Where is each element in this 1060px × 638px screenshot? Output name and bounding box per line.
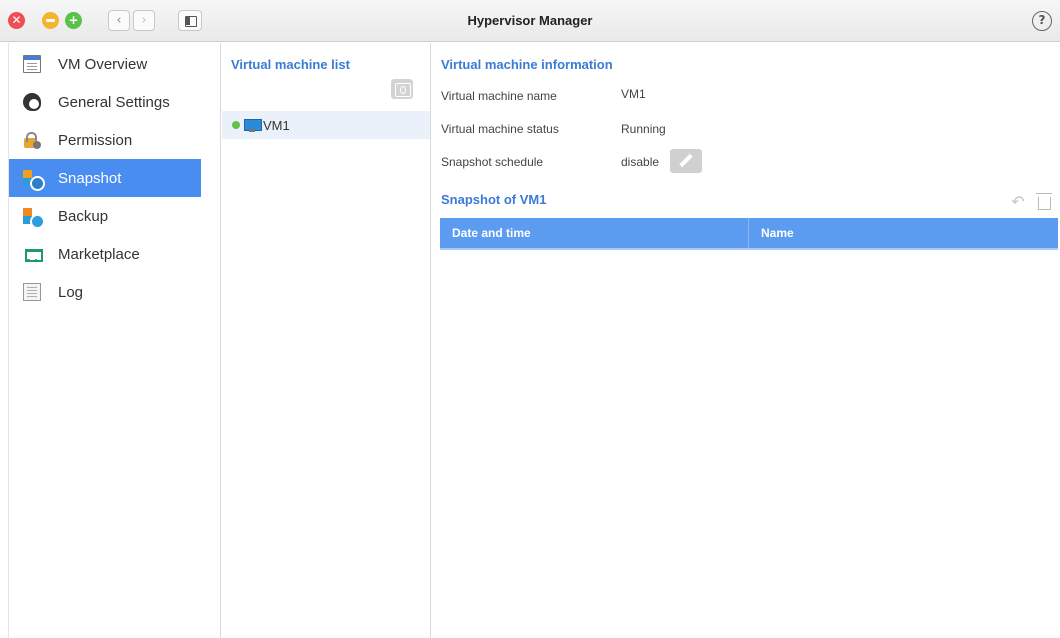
backup-icon [23,207,45,229]
vm-status-label: Virtual machine status [441,122,559,136]
vm-overview-icon [23,55,41,73]
sidebar-item-general-settings[interactable]: General Settings [9,83,201,121]
sidebar-item-label: General Settings [58,93,170,111]
column-header-date-and-time[interactable]: Date and time [440,218,749,248]
sidebar-item-label: Backup [58,207,109,225]
sidebar-item-backup[interactable]: Backup [9,197,201,235]
snapshot-table-header: Date and time Name [440,218,1058,250]
toggle-sidebar-button[interactable] [178,10,202,31]
sidebar-item-permission[interactable]: Permission [9,121,201,159]
window-title: Hypervisor Manager [467,13,593,28]
sidebar-item-label: Snapshot [58,169,122,187]
column-header-name[interactable]: Name [749,218,1058,248]
sidebar-item-log[interactable]: Log [9,273,201,311]
sidebar-item-snapshot[interactable]: Snapshot [9,159,201,197]
sidebar-item-label: VM Overview [58,55,148,73]
maximize-window-button[interactable]: + [65,12,82,29]
lock-icon [23,131,41,149]
vm-name-label: Virtual machine name [441,89,557,103]
restore-snapshot-button[interactable]: ↶ [1005,191,1031,213]
sidebar-item-label: Permission [58,131,133,149]
take-snapshot-button[interactable] [391,79,413,99]
vm-info-panel: Virtual machine information Virtual mach… [432,43,1060,638]
sidebar-item-vm-overview[interactable]: VM Overview [9,45,201,83]
vm-list-panel: Virtual machine list VM1 [222,43,431,638]
cart-icon [23,245,43,263]
sidebar-item-marketplace[interactable]: Marketplace [9,235,201,273]
edit-schedule-button[interactable] [670,149,702,173]
minimize-window-button[interactable] [42,12,59,29]
snapshot-section-title: Snapshot of VM1 [441,192,547,207]
log-icon [23,283,41,301]
vm-list-title: Virtual machine list [231,57,350,72]
delete-snapshot-button[interactable] [1033,190,1055,212]
sidebar-item-label: Log [58,283,84,301]
vm-list-item[interactable]: VM1 [222,111,430,139]
vm-status-value: Running [621,122,666,136]
title-bar: ✕ + ‹ › Hypervisor Manager ? [0,0,1060,42]
running-status-dot [232,121,240,129]
snapshot-schedule-label: Snapshot schedule [441,155,544,169]
gear-icon [23,93,41,111]
vm-name-value: VM1 [621,87,646,101]
help-button[interactable]: ? [1032,11,1052,31]
snapshot-icon [23,169,45,191]
forward-button[interactable]: › [133,10,155,31]
sidebar: VM Overview General Settings Permission … [0,43,221,638]
vm-list-item-name: VM1 [263,117,290,133]
sidebar-item-label: Marketplace [58,245,140,263]
snapshot-schedule-value: disable [621,155,660,169]
close-window-button[interactable]: ✕ [8,12,25,29]
back-button[interactable]: ‹ [108,10,130,31]
vm-info-title: Virtual machine information [441,57,613,72]
monitor-icon [244,118,262,132]
